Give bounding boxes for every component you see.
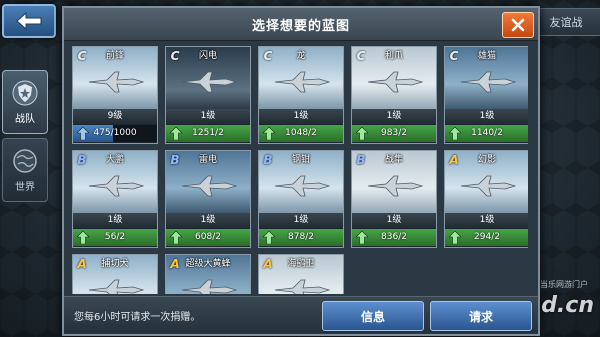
blueprint-card[interactable]: C 前锋 9级 475/1000	[72, 46, 158, 144]
aircraft-name: 战隼	[384, 155, 403, 165]
level-label: 1级	[445, 109, 528, 124]
blueprint-card[interactable]: A 幻影 1级 294/2	[444, 150, 528, 248]
blueprint-card[interactable]: A 海鹞卫	[258, 254, 344, 294]
close-icon	[511, 18, 525, 32]
jet-icon	[460, 175, 517, 197]
jet-icon	[460, 71, 517, 93]
progress-text: 56/2	[104, 232, 126, 242]
blueprint-progress: 294/2	[445, 229, 528, 246]
level-label: 1级	[166, 213, 250, 228]
jet-icon	[181, 71, 238, 93]
watermark: 当乐网游门户 d.cn	[474, 279, 594, 333]
progress-text: 1251/2	[192, 128, 224, 138]
blueprint-card[interactable]: B 钢钳 1级 878/2	[258, 150, 344, 248]
level-label: 1级	[259, 213, 343, 228]
progress-text: 608/2	[195, 232, 221, 242]
aircraft-name: 利爪	[384, 51, 403, 61]
blueprint-dialog: 选择想要的蓝图 C 前锋 9级 475/1000 C 闪电 1级 1251/2 C 龙 1级 1048…	[62, 6, 540, 336]
blueprint-card[interactable]: C 雄猫 1级 1140/2	[444, 46, 528, 144]
progress-text: 836/2	[381, 232, 407, 242]
aircraft-name: 钢钳	[291, 155, 310, 165]
blueprint-card[interactable]: B 大鹏 1级 56/2	[72, 150, 158, 248]
blueprint-progress: 608/2	[166, 229, 250, 246]
jet-icon	[88, 279, 145, 294]
back-arrow-icon	[16, 12, 42, 30]
jet-icon	[274, 279, 331, 294]
aircraft-name: 雄猫	[477, 51, 496, 61]
dialog-header: 选择想要的蓝图	[64, 8, 538, 41]
aircraft-name: 海鹞卫	[287, 259, 315, 269]
aircraft-name: 闪电	[198, 51, 217, 61]
aircraft-name: 前锋	[105, 51, 124, 61]
blueprint-progress: 878/2	[259, 229, 343, 246]
info-button[interactable]: 信息	[322, 301, 424, 331]
jet-icon	[367, 71, 424, 93]
jet-icon	[367, 175, 424, 197]
jet-icon	[274, 175, 331, 197]
dialog-title: 选择想要的蓝图	[251, 19, 350, 34]
sidebar-item-label: 世界	[15, 181, 35, 193]
blueprint-grid: C 前锋 9级 475/1000 C 闪电 1级 1251/2 C 龙 1级 1048/2 C 利爪 1级 9…	[72, 46, 528, 294]
level-label: 9级	[73, 109, 157, 124]
jet-icon	[181, 279, 238, 294]
level-label: 1级	[259, 109, 343, 124]
blueprint-progress: 1048/2	[259, 125, 343, 142]
level-label: 1级	[73, 213, 157, 228]
progress-text: 294/2	[474, 232, 500, 242]
close-button[interactable]	[502, 12, 534, 38]
blueprint-progress: 1251/2	[166, 125, 250, 142]
blueprint-card[interactable]: A 捕切犬	[72, 254, 158, 294]
blueprint-card[interactable]: C 龙 1级 1048/2	[258, 46, 344, 144]
level-label: 1级	[445, 213, 528, 228]
progress-text: 878/2	[288, 232, 314, 242]
progress-text: 475/1000	[93, 128, 137, 138]
progress-text: 983/2	[381, 128, 407, 138]
blueprint-progress: 983/2	[352, 125, 436, 142]
sidebar-item-team[interactable]: 战队	[2, 70, 48, 134]
jet-icon	[181, 175, 238, 197]
blueprint-progress: 475/1000	[73, 125, 157, 142]
sidebar-item-label: 战队	[15, 113, 35, 125]
aircraft-name: 幻影	[477, 155, 496, 165]
blueprint-progress: 836/2	[352, 229, 436, 246]
donation-note: 您每6小时可请求一次捐赠。	[74, 312, 201, 323]
shield-badge-icon	[12, 80, 38, 105]
friendly-battle-tab[interactable]: 友谊战	[531, 8, 600, 36]
sidebar-item-world[interactable]: 世界	[2, 138, 48, 202]
jet-icon	[88, 71, 145, 93]
blueprint-card[interactable]: B 雷电 1级 608/2	[165, 150, 251, 248]
aircraft-name: 捕切犬	[101, 259, 129, 269]
aircraft-name: 雷电	[198, 155, 217, 165]
progress-text: 1048/2	[285, 128, 317, 138]
aircraft-name: 龙	[296, 51, 306, 61]
aircraft-name: 超级大黄蜂	[185, 259, 231, 269]
blueprint-card[interactable]: B 战隼 1级 836/2	[351, 150, 437, 248]
dialog-footer: 您每6小时可请求一次捐赠。 信息 请求	[64, 296, 538, 333]
blueprint-card[interactable]: A 超级大黄蜂	[165, 254, 251, 294]
back-button[interactable]	[2, 4, 56, 38]
progress-text: 1140/2	[471, 128, 503, 138]
blueprint-progress: 1140/2	[445, 125, 528, 142]
jet-icon	[274, 71, 331, 93]
blueprint-card[interactable]: C 闪电 1级 1251/2	[165, 46, 251, 144]
jet-icon	[88, 175, 145, 197]
sidebar: 战队 世界	[2, 70, 48, 202]
level-label: 1级	[352, 109, 436, 124]
watermark-caption: 当乐网游门户	[540, 280, 588, 289]
level-label: 1级	[166, 109, 250, 124]
aircraft-name: 大鹏	[105, 155, 124, 165]
level-label: 1级	[352, 213, 436, 228]
globe-icon	[13, 148, 37, 173]
blueprint-card[interactable]: C 利爪 1级 983/2	[351, 46, 437, 144]
watermark-logo: d.cn	[541, 293, 594, 318]
blueprint-progress: 56/2	[73, 229, 157, 246]
